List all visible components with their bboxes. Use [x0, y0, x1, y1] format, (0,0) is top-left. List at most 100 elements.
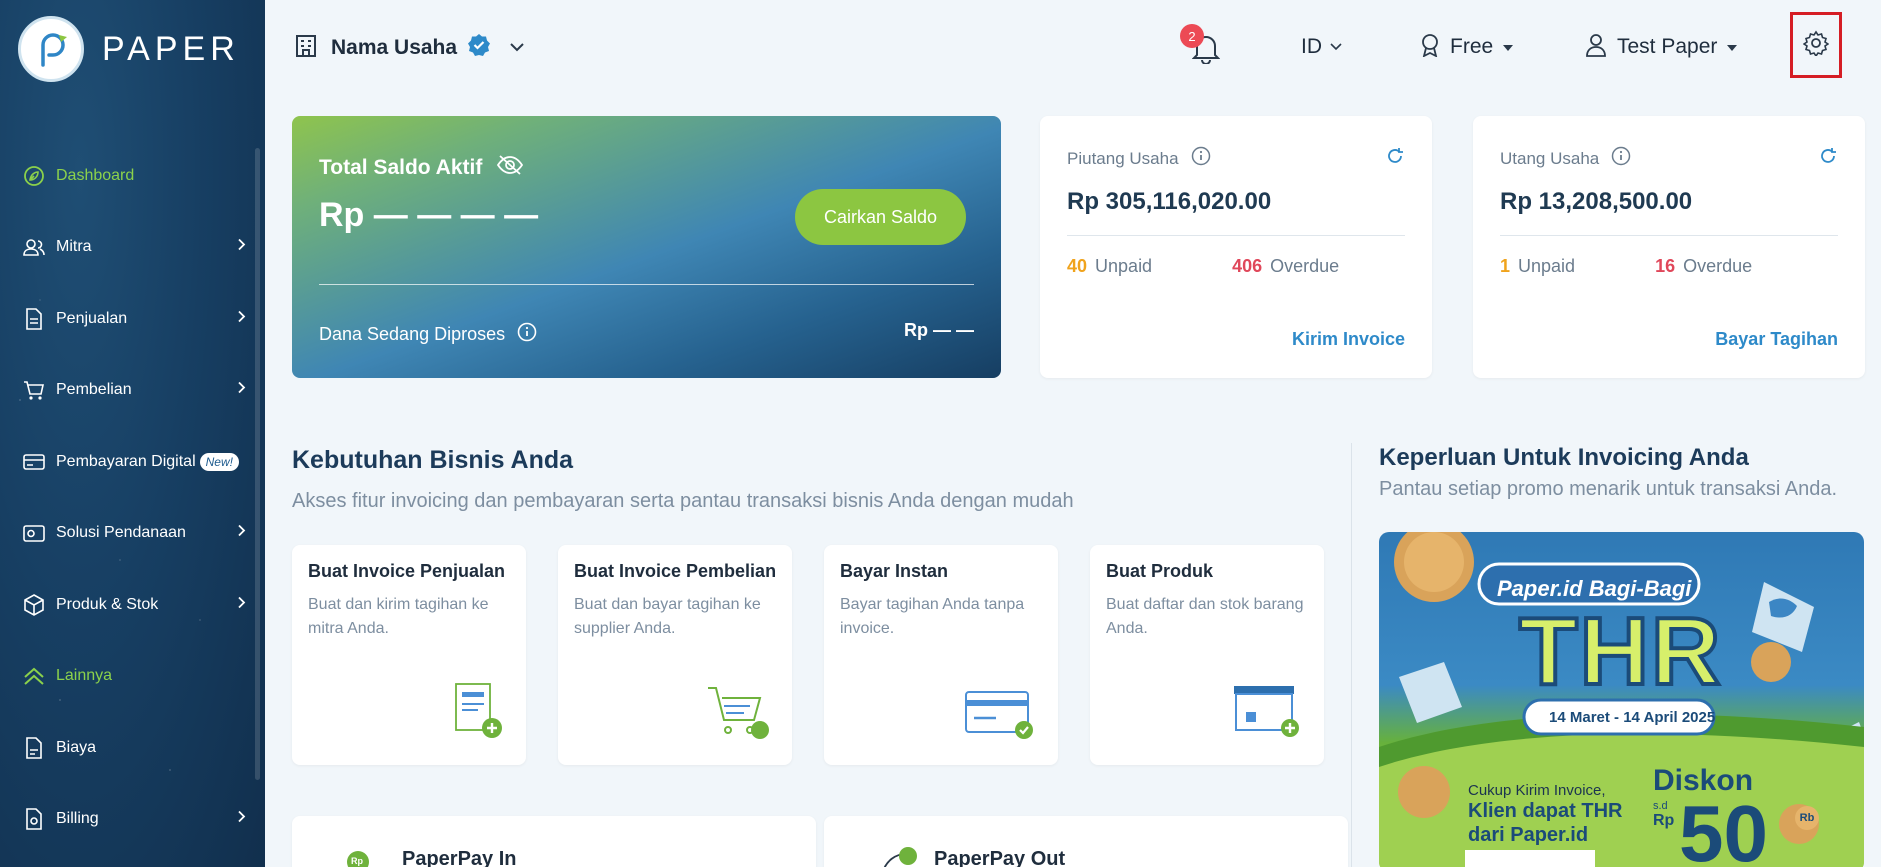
sidebar-item-label: Mitra: [56, 238, 92, 256]
sidebar-item-label: Pembayaran Digital: [56, 452, 196, 470]
receipt-icon: [22, 736, 46, 760]
language-selector[interactable]: ID: [1301, 24, 1342, 70]
sidebar-item-produk-stok[interactable]: Produk & Stok: [0, 569, 265, 641]
piutang-card: Piutang Usaha Rp 305,116,020.00 40 Unpai…: [1040, 116, 1432, 378]
users-icon: [22, 235, 46, 259]
divider: [1500, 235, 1838, 236]
plan-selector[interactable]: Free: [1420, 24, 1514, 70]
unpaid-count: 40: [1067, 256, 1088, 276]
piutang-value: Rp 305,116,020.00: [1067, 188, 1272, 215]
box-icon: [22, 593, 46, 617]
eye-off-icon[interactable]: [496, 154, 524, 182]
award-icon: [1420, 33, 1440, 62]
processing-row: Dana Sedang Diproses: [319, 322, 537, 347]
chevrons-up-icon: [22, 664, 46, 688]
feature-card-buat-produk[interactable]: Buat Produk Buat daftar dan stok barang …: [1090, 545, 1324, 765]
utang-label-row: Utang Usaha: [1500, 146, 1631, 171]
bill-icon: [22, 807, 46, 831]
plan-label: Free: [1450, 35, 1494, 58]
feature-desc: Buat daftar dan stok barang Anda.: [1106, 596, 1304, 637]
rp-badge: Rp: [351, 856, 363, 866]
sidebar-item-penjualan[interactable]: Penjualan: [0, 283, 265, 355]
banner-value-suffix: Rb: [1795, 806, 1819, 830]
cart-rp-icon: [704, 680, 770, 745]
new-badge: New!: [199, 452, 239, 471]
cairkan-saldo-button[interactable]: Cairkan Saldo: [795, 189, 966, 245]
chevron-right-icon: [237, 595, 247, 614]
paperpay-out-card[interactable]: PaperPay Out: [824, 816, 1348, 867]
divider: [1067, 235, 1405, 236]
paperpay-in-card[interactable]: Rp PaperPay In: [292, 816, 816, 867]
building-icon: [295, 32, 317, 63]
sidebar-item-label: Dashboard: [56, 166, 135, 184]
saldo-title-row: Total Saldo Aktif: [319, 154, 524, 182]
cart-icon: [22, 378, 46, 402]
invoice-add-icon: [448, 680, 504, 745]
info-icon[interactable]: [1191, 146, 1211, 171]
sidebar-item-billing[interactable]: Billing: [0, 784, 265, 856]
promo-title: Keperluan Untuk Invoicing Anda: [1379, 444, 1749, 471]
top-bar: Nama Usaha 2 ID Free Test Paper: [265, 0, 1881, 96]
sidebar-nav: Dashboard Mitra Penjualan Pembelian Pemb…: [0, 140, 265, 855]
product-add-icon: [1230, 684, 1302, 745]
feature-desc: Bayar tagihan Anda tanpa invoice.: [840, 596, 1025, 637]
sidebar-item-pembelian[interactable]: Pembelian: [0, 355, 265, 427]
sidebar-item-label: Produk & Stok: [56, 595, 159, 613]
business-selector[interactable]: Nama Usaha: [295, 32, 525, 63]
banner-line-3: dari Paper.id: [1468, 824, 1589, 846]
overdue-label: Overdue: [1683, 256, 1753, 276]
kirim-invoice-link[interactable]: Kirim Invoice: [1292, 329, 1405, 350]
sidebar-item-pembayaran-digital[interactable]: Pembayaran Digital New!: [0, 426, 265, 498]
banner-line-2: Klien dapat THR: [1468, 800, 1623, 822]
transfer-icon: [878, 846, 918, 867]
piutang-label: Piutang Usaha: [1067, 148, 1179, 168]
banner-rp: Rp: [1653, 812, 1675, 829]
info-icon[interactable]: [1611, 146, 1631, 171]
sidebar-item-label: Pembelian: [56, 381, 132, 399]
unpaid-label: Unpaid: [1095, 256, 1153, 276]
sidebar-item-lainnya[interactable]: Lainnya: [0, 641, 265, 713]
banner-line-1: Cukup Kirim Invoice,: [1468, 782, 1606, 799]
sidebar-item-solusi-pendanaan[interactable]: Solusi Pendanaan: [0, 498, 265, 570]
feature-card-invoice-penjualan[interactable]: Buat Invoice Penjualan Buat dan kirim ta…: [292, 545, 526, 765]
refresh-icon[interactable]: [1818, 146, 1838, 171]
business-name: Nama Usaha: [331, 35, 458, 59]
settings-button[interactable]: [1790, 12, 1842, 78]
unpaid-label: Unpaid: [1518, 256, 1576, 276]
promo-banner[interactable]: Paper.id Bagi-Bagi THR 14 Maret - 14 Apr…: [1379, 532, 1864, 867]
feature-card-bayar-instan[interactable]: Bayar Instan Bayar tagihan Anda tanpa in…: [824, 545, 1058, 765]
saldo-card: Total Saldo Aktif Rp — — — — Cairkan Sal…: [292, 116, 1001, 378]
utang-card: Utang Usaha Rp 13,208,500.00 1 Unpaid 16…: [1473, 116, 1865, 378]
sidebar-item-label: Billing: [56, 810, 99, 828]
sidebar-item-label: Solusi Pendanaan: [56, 524, 186, 542]
gear-icon: [1802, 30, 1830, 61]
refresh-icon[interactable]: [1385, 146, 1405, 171]
brand[interactable]: PAPER: [18, 16, 240, 82]
overdue-count: 406: [1232, 256, 1263, 276]
feature-title: Buat Invoice Pembelian: [574, 561, 777, 581]
piutang-label-row: Piutang Usaha: [1067, 146, 1211, 171]
user-menu[interactable]: Test Paper: [1585, 24, 1738, 70]
feature-title: Buat Invoice Penjualan: [308, 561, 506, 581]
unpaid-count: 1: [1500, 256, 1511, 276]
sidebar-item-biaya[interactable]: Biaya: [0, 712, 265, 784]
bayar-tagihan-link[interactable]: Bayar Tagihan: [1715, 329, 1838, 350]
document-icon: [22, 307, 46, 331]
overdue-label: Overdue: [1270, 256, 1340, 276]
feature-title: Buat Produk: [1106, 561, 1214, 581]
sidebar-item-mitra[interactable]: Mitra: [0, 212, 265, 284]
sidebar-scrollbar[interactable]: [255, 148, 260, 780]
saldo-title: Total Saldo Aktif: [319, 156, 483, 179]
feature-card-invoice-pembelian[interactable]: Buat Invoice Pembelian Buat dan bayar ta…: [558, 545, 792, 765]
banner-thr: THR: [1517, 598, 1723, 705]
language-label: ID: [1301, 35, 1322, 58]
info-icon[interactable]: [517, 322, 537, 347]
processing-amount: Rp — —: [904, 320, 974, 340]
banner-dates: 14 Maret - 14 April 2025: [1549, 709, 1716, 726]
chevron-right-icon: [237, 524, 247, 543]
notifications[interactable]: 2: [1180, 24, 1226, 70]
sidebar-item-dashboard[interactable]: Dashboard: [0, 140, 265, 212]
utang-label: Utang Usaha: [1500, 148, 1600, 168]
needs-subtitle: Akses fitur invoicing dan pembayaran ser…: [292, 490, 1074, 512]
notification-badge: 2: [1180, 24, 1204, 48]
